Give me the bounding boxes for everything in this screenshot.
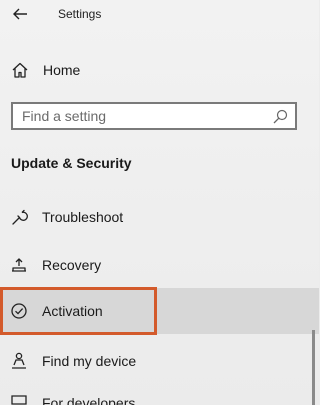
search-icon[interactable] [271, 108, 289, 126]
nav-home-label: Home [43, 62, 81, 78]
title-bar: Settings [0, 0, 319, 30]
back-arrow-icon [13, 8, 27, 20]
search-input[interactable] [22, 107, 262, 125]
section-title: Update & Security [11, 155, 132, 171]
check-circle-icon [11, 303, 27, 319]
back-button[interactable] [8, 2, 32, 26]
developer-icon [11, 395, 27, 405]
nav-item-recovery[interactable]: Recovery [0, 242, 319, 288]
nav-item-label: Find my device [42, 353, 137, 369]
wrench-icon [12, 209, 28, 225]
home-icon [12, 62, 28, 78]
nav-item-activation[interactable]: Activation [0, 288, 319, 334]
scrollbar[interactable] [312, 330, 315, 405]
recovery-icon [12, 258, 26, 272]
nav-item-label: Activation [42, 303, 103, 319]
nav-item-label: For developers [42, 395, 136, 405]
settings-pane: Settings Home Update & Security Troubles… [0, 0, 319, 405]
nav-item-label: Troubleshoot [42, 209, 124, 225]
nav-item-label: Recovery [42, 257, 102, 273]
nav-item-troubleshoot[interactable]: Troubleshoot [0, 194, 319, 240]
window-title: Settings [58, 7, 102, 21]
nav-item-for-developers[interactable]: For developers [0, 380, 319, 405]
nav-item-find-my-device[interactable]: Find my device [0, 338, 319, 384]
search-box[interactable] [11, 102, 297, 130]
person-pin-icon [12, 352, 26, 369]
nav-home[interactable]: Home [0, 54, 319, 86]
